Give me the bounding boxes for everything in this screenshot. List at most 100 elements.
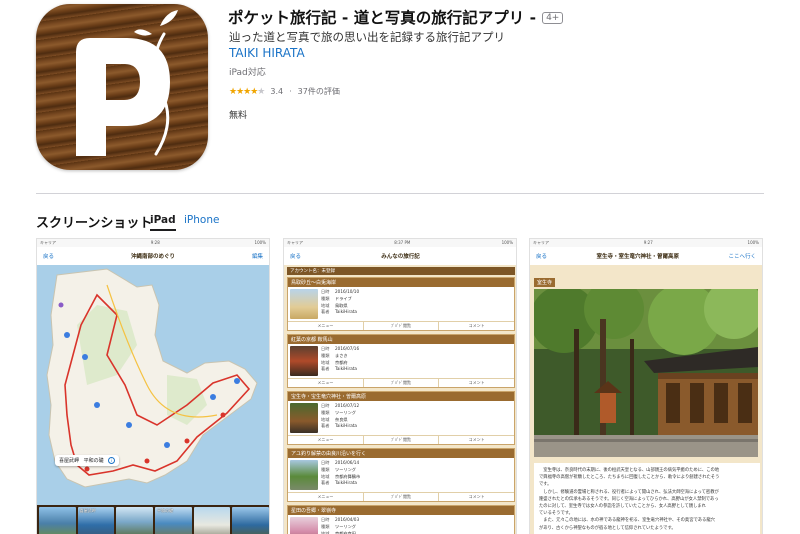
field-key: 日時	[321, 517, 330, 522]
field-key: 種類	[321, 352, 330, 358]
field-value: 奈良県	[335, 416, 348, 422]
go-here-button[interactable]: ここへ行く	[728, 252, 756, 260]
field-key: 種類	[321, 409, 330, 415]
card-action-button[interactable]: コメント	[439, 379, 514, 387]
travelogue-card[interactable]: アユ釣り解禁の由良川沿いを行く日時 2016/06/14 種類 ツーリング 地域 京都府舞…	[287, 448, 515, 502]
card-title: 鳥取砂丘～白兎海岸	[288, 278, 514, 287]
travelogue-card[interactable]: 紅葉の京都 鞍馬山 日時 2016/07/16 種類 まさき 地域 京都府 著者 TaikiHi…	[287, 334, 515, 388]
card-action-button[interactable]: コメント	[439, 322, 514, 330]
place-tag: 室生寺	[534, 278, 556, 287]
card-action-button[interactable]: メニュー	[288, 322, 364, 330]
photo-thumb[interactable]	[116, 507, 154, 534]
photo-thumb[interactable]	[39, 507, 76, 534]
screenshot-list[interactable]: キャリア 8:37 PM 100% 戻る みんなの旅行記 アカウント名：未登録 …	[283, 238, 517, 534]
description-line: があり、古くから神聖なものが宿る地として信仰されていたようです。	[539, 525, 676, 531]
card-title: 星田の吾郷・翠嶺寺	[288, 506, 514, 515]
field-key: 地域	[321, 530, 330, 534]
card-field: 日時 2016/04/03	[321, 517, 359, 524]
card-fields: 日時2016/04/03種類ツーリング地域京都府京田著者TaikiHirata	[321, 517, 359, 534]
card-fields: 日時 2016/07/16 種類 まさき 地域 京都府 著者 TaikiHirata	[321, 346, 359, 376]
field-key: 日時	[321, 289, 330, 294]
card-title: 宝生寺・宝生竜穴神社・曽爾高原	[288, 392, 514, 401]
rating-row: ★★★★★ 3.4 · 37件の評価	[229, 86, 340, 97]
card-field: 著者 TaikiHirata	[321, 480, 360, 487]
temple-photo[interactable]	[534, 289, 758, 457]
field-value: TaikiHirata	[335, 480, 357, 486]
card-action-button[interactable]: メニュー	[288, 436, 364, 444]
detail-view: 室生寺 室生寺は、奈良時代の末期に、後の桓武天皇となる、山部親王の病気平癒のため…	[530, 265, 762, 534]
rating-count: 37件の評価	[297, 87, 340, 96]
developer-link[interactable]: TAIKI HIRATA	[229, 46, 305, 60]
section-divider	[36, 193, 764, 194]
travelogue-list: アカウント名：未登録 鳥取砂丘～白兎海岸 日時 2016/10/10 種類 ドライブ 地域…	[284, 265, 516, 534]
card-action-button[interactable]: ﾌﾞﾊﾟﾄﾞ閲覧	[364, 493, 440, 501]
card-action-button[interactable]: コメント	[439, 493, 514, 501]
photo-strip: 喜屋武岬 平和の礎	[37, 505, 269, 534]
travelogue-card[interactable]: 星田の吾郷・翠嶺寺日時2016/04/03種類ツーリング地域京都府京田著者Tai…	[287, 505, 515, 534]
nav-bar: 戻る 沖縄南部のめぐり 編集	[37, 247, 269, 265]
card-thumbnail	[290, 517, 318, 534]
card-field: 種類 ドライブ	[321, 296, 359, 303]
screenshot-map[interactable]: キャリア 9:28 100% 戻る 沖縄南部のめぐり 編集 喜屋武岬 平和の礎 …	[36, 238, 270, 534]
field-key: 著者	[321, 423, 330, 429]
status-battery: 100%	[254, 240, 266, 245]
card-field: 日時 2016/07/16	[321, 346, 359, 353]
card-action-button[interactable]: メニュー	[288, 379, 364, 387]
back-button[interactable]: 戻る	[536, 252, 547, 260]
tab-ipad[interactable]: iPad	[150, 214, 176, 231]
card-body: 日時 2016/10/10 種類 ドライブ 地域 鳥取県 著者 TaikiHirata	[288, 287, 514, 321]
travelogue-card[interactable]: 鳥取砂丘～白兎海岸 日時 2016/10/10 種類 ドライブ 地域 鳥取県 著者 TaikiH…	[287, 277, 515, 331]
card-actions: メニュー ﾌﾞﾊﾟﾄﾞ閲覧 コメント	[288, 378, 514, 387]
photo-thumb[interactable]	[232, 507, 269, 534]
route-map[interactable]: 喜屋武岬 平和の礎 i	[37, 265, 269, 505]
photo-thumb[interactable]: 平和の礎	[155, 507, 192, 534]
field-key: 種類	[321, 295, 330, 301]
screenshot-detail[interactable]: キャリア 9:27 100% 戻る 室生寺・室生竜穴神社・曽爾高原 ここへ行く …	[529, 238, 763, 534]
status-bar: キャリア 9:28 100%	[37, 239, 269, 247]
tab-iphone[interactable]: iPhone	[184, 214, 219, 226]
field-key: 日時	[321, 460, 330, 465]
card-action-button[interactable]: メニュー	[288, 493, 364, 501]
card-field: 種類 まさき	[321, 353, 359, 360]
thumb-label: 喜屋武岬	[79, 508, 96, 513]
card-action-button[interactable]: ﾌﾞﾊﾟﾄﾞ閲覧	[364, 379, 440, 387]
field-key: 種類	[321, 466, 330, 472]
description-line: ているそうです。	[539, 511, 573, 517]
nav-title: みんなの旅行記	[381, 254, 420, 260]
status-time: 9:27	[643, 240, 653, 245]
card-field: 日時 2016/07/12	[321, 403, 359, 410]
travelogue-card[interactable]: 宝生寺・宝生竜穴神社・曽爾高原 日時 2016/07/12 種類 ツーリング 地域 奈良県著…	[287, 391, 515, 445]
description-line: また、元々この地には、水の神である龍神を祀る、室生竜穴神社や、その奥宮である龍穴	[539, 518, 715, 524]
card-thumbnail	[290, 460, 318, 490]
nav-bar: 戻る 室生寺・室生竜穴神社・曽爾高原 ここへ行く	[530, 247, 762, 265]
field-key: 日時	[321, 403, 330, 408]
card-body: 日時 2016/06/14 種類 ツーリング 地域 京都府舞鶴市 著者 TaikiHirata	[288, 458, 514, 492]
description-line: 隆盛されたとの伝承もあるそうです。同じく空海によってひらかれ、高野山が女人禁制で…	[539, 496, 719, 502]
back-button[interactable]: 戻る	[43, 252, 54, 260]
card-action-button[interactable]: コメント	[439, 436, 514, 444]
card-field: 著者 TaikiHirata	[321, 366, 359, 373]
field-value: ツーリング	[335, 523, 356, 529]
field-value: 京都府京田	[335, 530, 356, 534]
field-key: 種類	[321, 523, 330, 529]
photo-thumb[interactable]: 喜屋武岬	[77, 507, 115, 534]
photo-thumb[interactable]	[193, 507, 231, 534]
description-line: 室生寺は、奈良時代の末期に、後の桓武天皇となる、山部親王の病気平癒のために、この…	[539, 468, 720, 473]
map-callout[interactable]: 喜屋武岬 平和の礎 i	[55, 455, 120, 466]
field-value: TaikiHirata	[335, 366, 357, 372]
card-field: 著者 TaikiHirata	[321, 423, 359, 430]
edit-button[interactable]: 編集	[252, 252, 263, 260]
field-value: まさき	[335, 352, 348, 358]
card-action-button[interactable]: ﾌﾞﾊﾟﾄﾞ閲覧	[364, 436, 440, 444]
rating-separator: ·	[289, 87, 292, 96]
field-value: ツーリング	[335, 409, 356, 415]
nav-bar: 戻る みんなの旅行記	[284, 247, 516, 265]
card-action-button[interactable]: ﾌﾞﾊﾟﾄﾞ閲覧	[364, 322, 440, 330]
card-title: アユ釣り解禁の由良川沿いを行く	[288, 449, 514, 458]
card-fields: 日時 2016/06/14 種類 ツーリング 地域 京都府舞鶴市 著者 TaikiHirata	[321, 460, 360, 490]
back-button[interactable]: 戻る	[290, 252, 301, 260]
field-value: 2016/04/03	[335, 517, 360, 522]
card-actions: メニュー ﾌﾞﾊﾟﾄﾞ閲覧 コメント	[288, 435, 514, 444]
info-icon[interactable]: i	[108, 457, 116, 464]
callout-label: 喜屋武岬	[59, 458, 80, 464]
